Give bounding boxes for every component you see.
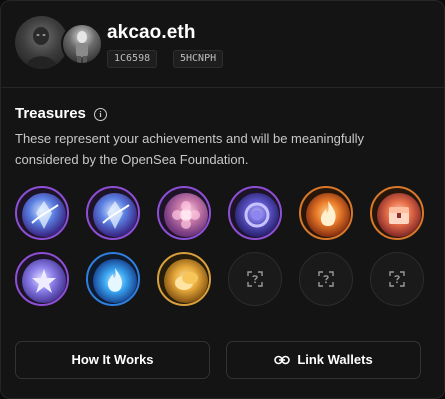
badge[interactable]	[86, 186, 140, 240]
account-tag: 1C6598	[107, 50, 158, 68]
badge[interactable]	[370, 186, 424, 240]
username: akcao.eth	[107, 22, 196, 43]
unknown-badge-icon	[247, 271, 263, 287]
badge[interactable]	[15, 186, 69, 240]
crystal-badge-icon	[93, 193, 137, 237]
badge[interactable]	[228, 186, 282, 240]
unknown-badge-icon	[318, 271, 334, 287]
badge[interactable]	[299, 186, 353, 240]
link-icon	[274, 355, 291, 364]
orb-badge-icon	[235, 193, 279, 237]
section-description: These represent your achievements and wi…	[15, 131, 365, 167]
treasures-card: akcao.eth 1C6598 5HCNPH Treasures i Thes…	[0, 0, 445, 399]
badge-locked[interactable]	[370, 252, 424, 306]
flame-badge-icon	[306, 193, 350, 237]
badge-locked[interactable]	[228, 252, 282, 306]
account-tag: 5HCNPH	[173, 50, 224, 68]
chest-badge-icon	[377, 193, 421, 237]
profile-header: akcao.eth 1C6598 5HCNPH	[1, 1, 444, 88]
secondary-avatar[interactable]	[61, 23, 103, 65]
how-it-works-button[interactable]: How It Works	[15, 341, 210, 379]
unknown-badge-icon	[389, 271, 405, 287]
star-badge-icon	[22, 259, 66, 303]
crystal-badge-icon	[22, 193, 66, 237]
badge[interactable]	[15, 252, 69, 306]
badge-locked[interactable]	[299, 252, 353, 306]
coin-badge-icon	[164, 259, 208, 303]
link-wallets-label: Link Wallets	[297, 352, 373, 367]
info-icon[interactable]: i	[94, 108, 107, 121]
flower-badge-icon	[164, 193, 208, 237]
section-title: Treasures	[15, 105, 86, 122]
badge[interactable]	[157, 186, 211, 240]
link-wallets-button[interactable]: Link Wallets	[226, 341, 421, 379]
badge[interactable]	[86, 252, 140, 306]
how-it-works-label: How It Works	[71, 352, 154, 367]
blue-flame-badge-icon	[93, 259, 137, 303]
badge[interactable]	[157, 252, 211, 306]
